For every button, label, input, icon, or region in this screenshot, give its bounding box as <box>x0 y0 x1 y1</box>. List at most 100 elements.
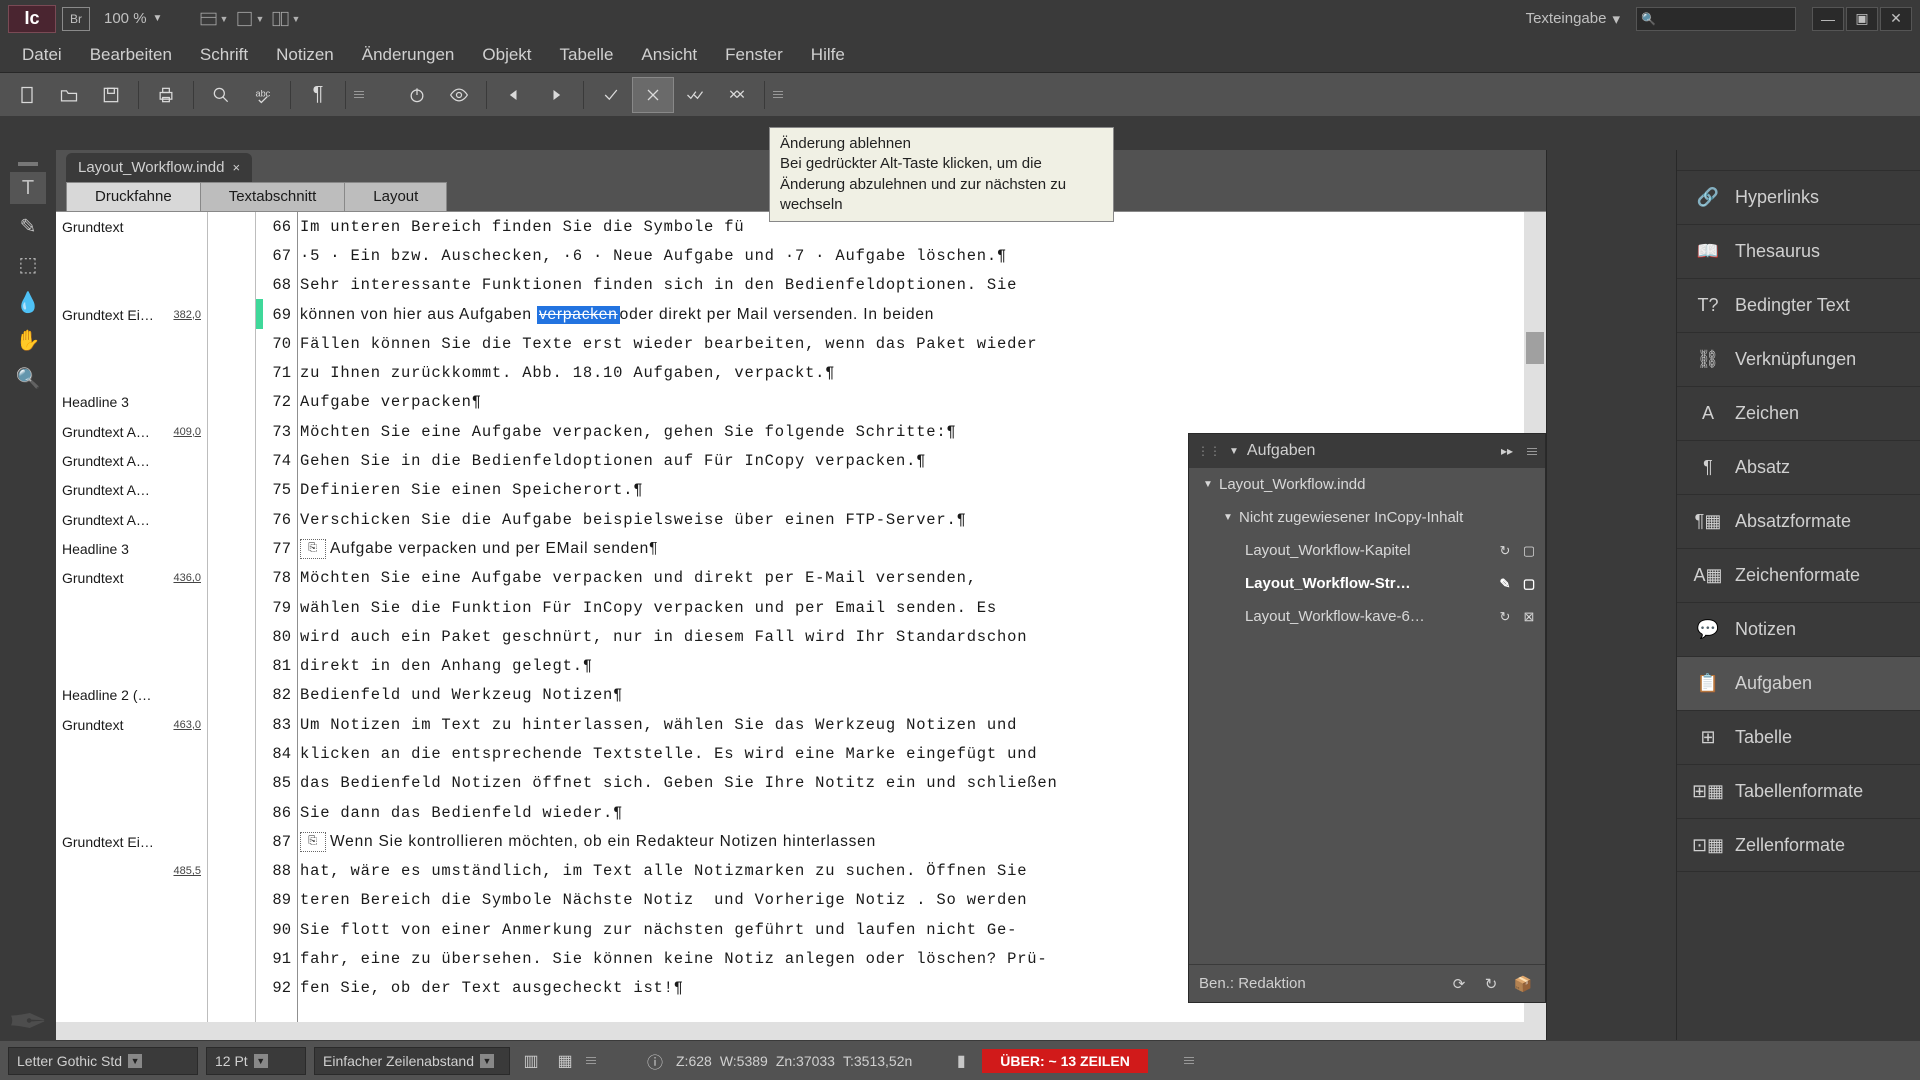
hand-tool[interactable]: ✋ <box>10 324 46 356</box>
view-tab-story[interactable]: Textabschnitt <box>200 182 346 211</box>
reject-all-icon[interactable] <box>716 77 758 113</box>
edit-status-icon[interactable]: ✎ <box>1495 575 1515 593</box>
help-search-input[interactable]: 🔍 <box>1636 7 1796 31</box>
dock-item-bedingter text[interactable]: T?Bedingter Text <box>1677 278 1920 332</box>
text-line[interactable]: Sehr interessante Funktionen finden sich… <box>298 271 1546 300</box>
dock-item-zeichen[interactable]: AZeichen <box>1677 386 1920 440</box>
column-multi-icon[interactable]: ▦ <box>552 1050 578 1072</box>
bridge-button[interactable]: Br <box>62 7 90 31</box>
style-cell[interactable] <box>56 358 207 387</box>
close-icon[interactable]: × <box>232 160 240 175</box>
style-cell[interactable]: Grundtext A… <box>56 446 207 475</box>
dock-item-zeichenformate[interactable]: A▦Zeichenformate <box>1677 548 1920 602</box>
screen-mode-icon[interactable]: ▼ <box>234 7 264 31</box>
style-cell[interactable]: 485,5 <box>56 857 207 886</box>
style-cell[interactable] <box>56 769 207 798</box>
view-tab-galley[interactable]: Druckfahne <box>66 182 201 211</box>
assignments-panel[interactable]: ⋮⋮ ▼ Aufgaben ▸▸ ▼Layout_Workflow.indd ▼… <box>1188 433 1546 1003</box>
open-icon[interactable] <box>48 77 90 113</box>
overset-icon[interactable]: ▮ <box>948 1050 974 1072</box>
style-cell[interactable] <box>56 915 207 944</box>
style-cell[interactable]: Headline 3 <box>56 534 207 563</box>
dock-item-zellenformate[interactable]: ⊡▦Zellenformate <box>1677 818 1920 872</box>
disclosure-icon[interactable]: ▼ <box>1203 479 1215 490</box>
refresh-icon[interactable]: ↻ <box>1479 974 1503 994</box>
style-cell[interactable] <box>56 798 207 827</box>
dock-item-absatzformate[interactable]: ¶▦Absatzformate <box>1677 494 1920 548</box>
menu-hilfe[interactable]: Hilfe <box>797 39 859 71</box>
new-icon[interactable] <box>6 77 48 113</box>
power-icon[interactable] <box>396 77 438 113</box>
accept-change-icon[interactable] <box>590 77 632 113</box>
dock-item-thesaurus[interactable]: 📖Thesaurus <box>1677 224 1920 278</box>
dock-item-notizen[interactable]: 💬Notizen <box>1677 602 1920 656</box>
close-button[interactable]: ✕ <box>1880 7 1912 31</box>
minimize-button[interactable]: — <box>1812 7 1844 31</box>
checkout-icon[interactable]: ⊠ <box>1519 608 1539 626</box>
accept-all-icon[interactable] <box>674 77 716 113</box>
print-icon[interactable] <box>145 77 187 113</box>
flyout-icon[interactable] <box>586 1057 596 1064</box>
arrange-icon[interactable]: ▼ <box>270 7 300 31</box>
find-icon[interactable] <box>200 77 242 113</box>
view-tab-layout[interactable]: Layout <box>344 182 447 211</box>
menu-fenster[interactable]: Fenster <box>711 39 797 71</box>
reject-change-icon[interactable] <box>632 77 674 113</box>
menu-tabelle[interactable]: Tabelle <box>546 39 628 71</box>
scrollbar-thumb[interactable] <box>1526 332 1544 364</box>
dock-item-absatz[interactable]: ¶Absatz <box>1677 440 1920 494</box>
package-icon[interactable]: 📦 <box>1511 974 1535 994</box>
tree-item[interactable]: Layout_Workflow-Str…✎▢ <box>1189 567 1545 600</box>
style-cell[interactable] <box>56 739 207 768</box>
dock-item-tabellenformate[interactable]: ⊞▦Tabellenformate <box>1677 764 1920 818</box>
horizontal-scrollbar[interactable] <box>56 1022 1524 1040</box>
menu-schrift[interactable]: Schrift <box>186 39 262 71</box>
tree-root[interactable]: ▼Layout_Workflow.indd <box>1189 468 1545 501</box>
font-family-dropdown[interactable]: Letter Gothic Std▼ <box>8 1047 198 1075</box>
dock-expand-area[interactable] <box>1546 150 1676 1080</box>
style-cell[interactable] <box>56 651 207 680</box>
text-line[interactable]: können von hier aus Aufgaben verpackenod… <box>298 300 1546 329</box>
zoom-level-dropdown[interactable]: 100 %▼ <box>96 10 170 27</box>
info-icon[interactable]: ⓘ <box>642 1050 668 1072</box>
anchored-object-icon[interactable]: ⎘ <box>300 832 326 852</box>
style-cell[interactable]: Grundtext <box>56 212 207 241</box>
maximize-button[interactable]: ▣ <box>1846 7 1878 31</box>
collapse-icon[interactable]: ▸▸ <box>1501 444 1513 458</box>
panel-menu-icon[interactable] <box>1527 448 1537 455</box>
style-cell[interactable]: Grundtext463,0 <box>56 710 207 739</box>
dock-item-verknüpfungen[interactable]: ⛓Verknüpfungen <box>1677 332 1920 386</box>
style-cell[interactable]: Headline 2 (… <box>56 681 207 710</box>
style-cell[interactable]: Grundtext A…409,0 <box>56 417 207 446</box>
prev-change-icon[interactable] <box>493 77 535 113</box>
style-cell[interactable] <box>56 886 207 915</box>
menu-objekt[interactable]: Objekt <box>468 39 545 71</box>
note-tool[interactable]: ✎ <box>10 210 46 242</box>
menu-ansicht[interactable]: Ansicht <box>627 39 711 71</box>
tracked-deletion[interactable]: verpacken <box>537 306 620 324</box>
style-cell[interactable]: Grundtext Ei…382,0 <box>56 300 207 329</box>
flyout-icon[interactable] <box>352 91 366 98</box>
style-cell[interactable]: Grundtext A… <box>56 505 207 534</box>
document-tab[interactable]: Layout_Workflow.indd× <box>66 153 252 182</box>
tree-group[interactable]: ▼Nicht zugewiesener InCopy-Inhalt <box>1189 501 1545 534</box>
menu-notizen[interactable]: Notizen <box>262 39 348 71</box>
style-cell[interactable] <box>56 593 207 622</box>
style-cell[interactable] <box>56 944 207 973</box>
menu-aenderungen[interactable]: Änderungen <box>348 39 469 71</box>
preview-icon[interactable] <box>438 77 480 113</box>
text-line[interactable]: ·5 · Ein bzw. Auschecken, ·6 · Neue Aufg… <box>298 241 1546 270</box>
checkout-icon[interactable]: ▢ <box>1519 542 1539 560</box>
style-cell[interactable] <box>56 241 207 270</box>
assignments-tree[interactable]: ▼Layout_Workflow.indd ▼Nicht zugewiesene… <box>1189 468 1545 964</box>
chevron-down-icon[interactable]: ▼ <box>1229 446 1239 457</box>
spellcheck-icon[interactable]: abc <box>242 77 284 113</box>
style-cell[interactable]: Headline 3 <box>56 388 207 417</box>
text-line[interactable]: Aufgabe verpacken¶ <box>298 388 1546 417</box>
font-size-dropdown[interactable]: 12 Pt▼ <box>206 1047 306 1075</box>
workspace-switcher[interactable]: Texteingabe▾ <box>1518 10 1628 28</box>
style-cell[interactable]: Grundtext A… <box>56 476 207 505</box>
view-mode-icon[interactable]: ▼ <box>198 7 228 31</box>
disclosure-icon[interactable]: ▼ <box>1223 512 1235 523</box>
next-change-icon[interactable] <box>535 77 577 113</box>
